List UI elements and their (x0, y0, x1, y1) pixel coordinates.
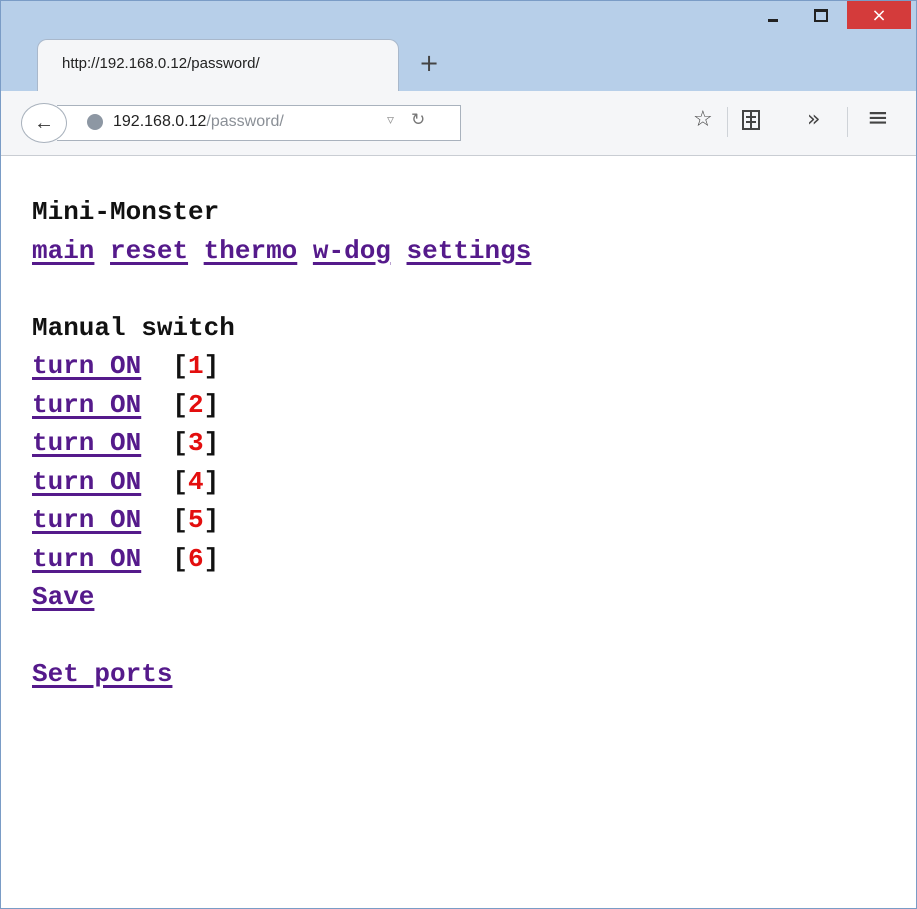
url-text: 192.168.0.12/password/ (113, 113, 284, 131)
turn-on-link-1[interactable]: turn ON (32, 351, 141, 381)
turn-on-link-4[interactable]: turn ON (32, 467, 141, 497)
turn-on-link-2[interactable]: turn ON (32, 390, 141, 420)
back-button[interactable]: ← (21, 103, 67, 143)
set-ports-row: Set ports (32, 655, 531, 694)
nav-link-w-dog[interactable]: w-dog (313, 236, 391, 266)
switch-row: turn ON [4] (32, 466, 220, 497)
close-button[interactable]: × (847, 1, 911, 29)
page-content: Mini-Monster main reset thermo w-dog set… (32, 193, 531, 694)
maximize-icon (814, 8, 828, 22)
title-bar: × http://192.168.0.12/password/ + (1, 1, 916, 93)
switch-row: turn ON [2] (32, 389, 220, 420)
save-row: Save (32, 578, 531, 617)
turn-on-link-5[interactable]: turn ON (32, 505, 141, 535)
switch-number-3: 3 (188, 428, 204, 458)
menu-icon[interactable]: ≡ (867, 103, 889, 133)
back-arrow-icon: ← (34, 111, 54, 134)
switch-row: turn ON [5] (32, 505, 220, 535)
switch-row: turn ON [1] (32, 351, 220, 381)
tab-title: http://192.168.0.12/password/ (62, 55, 260, 72)
overflow-chevron-icon[interactable]: » (807, 107, 820, 132)
nav-link-reset[interactable]: reset (110, 236, 188, 266)
nav-link-settings[interactable]: settings (407, 236, 532, 266)
navigation-toolbar: 192.168.0.12/password/ ▿ ↻ ← ☆ » ≡ (1, 91, 916, 156)
address-bar[interactable]: 192.168.0.12/password/ ▿ ↻ (57, 105, 461, 141)
section-title: Manual switch (32, 312, 235, 343)
toolbar-separator (727, 107, 728, 137)
switch-number-4: 4 (188, 466, 204, 497)
turn-on-link-3[interactable]: turn ON (32, 428, 141, 458)
bookmark-star-icon[interactable]: ☆ (693, 107, 713, 132)
switch-row: turn ON [3] (32, 428, 220, 458)
page-title: Mini-Monster (32, 197, 220, 227)
switch-number-2: 2 (188, 389, 204, 420)
save-link[interactable]: Save (32, 582, 94, 612)
nav-link-main[interactable]: main (32, 236, 94, 266)
url-host: 192.168.0.12 (113, 113, 207, 130)
nav-link-thermo[interactable]: thermo (204, 236, 298, 266)
tab-active[interactable]: http://192.168.0.12/password/ (37, 39, 399, 91)
close-icon: × (871, 4, 887, 26)
reader-view-icon[interactable] (741, 109, 761, 137)
switch-number-5: 5 (188, 505, 204, 535)
maximize-button[interactable] (806, 1, 836, 29)
new-tab-button[interactable]: + (419, 49, 439, 77)
minimize-icon (768, 18, 778, 22)
switch-number-6: 6 (188, 543, 204, 574)
dropdown-icon[interactable]: ▿ (387, 112, 394, 128)
browser-window: × http://192.168.0.12/password/ + 192.16… (0, 0, 917, 909)
reload-icon[interactable]: ↻ (411, 110, 425, 130)
nav-links: main reset thermo w-dog settings (32, 232, 531, 271)
toolbar-separator (847, 107, 848, 137)
turn-on-link-6[interactable]: turn ON (32, 544, 141, 574)
url-path: /password/ (206, 113, 284, 130)
globe-icon (87, 114, 103, 130)
switch-row: turn ON [6] (32, 543, 220, 574)
minimize-button[interactable] (758, 1, 788, 29)
switch-number-1: 1 (188, 351, 204, 381)
set-ports-link[interactable]: Set ports (32, 659, 172, 689)
